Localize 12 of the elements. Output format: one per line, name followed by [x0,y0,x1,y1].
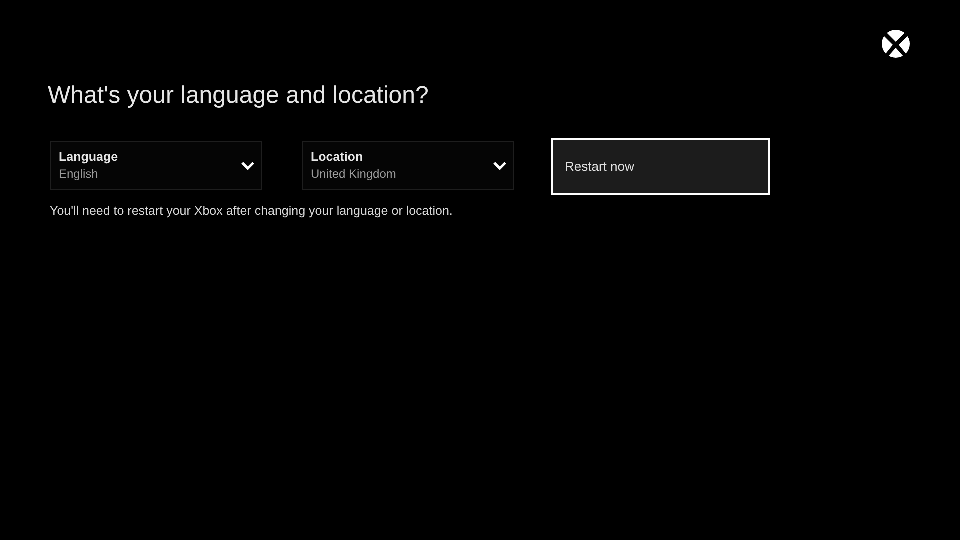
chevron-down-icon [493,160,507,170]
dropdown-value: English [59,166,100,182]
dropdown[interactable]: Language English [50,141,262,190]
chevron-down-icon [241,160,255,170]
dropdown-label: Language [59,148,118,166]
restart-button[interactable]: Restart now [551,138,770,195]
dropdown-label: Location [311,148,364,166]
dropdown-value: United Kingdom [311,166,396,182]
logo-icon [882,30,910,58]
dropdown[interactable]: Location United Kingdom [302,141,514,190]
restart-note: You'll need to restart your Xbox after changing your language or location. [50,203,453,220]
page-title: What's your language and location? [48,81,429,111]
